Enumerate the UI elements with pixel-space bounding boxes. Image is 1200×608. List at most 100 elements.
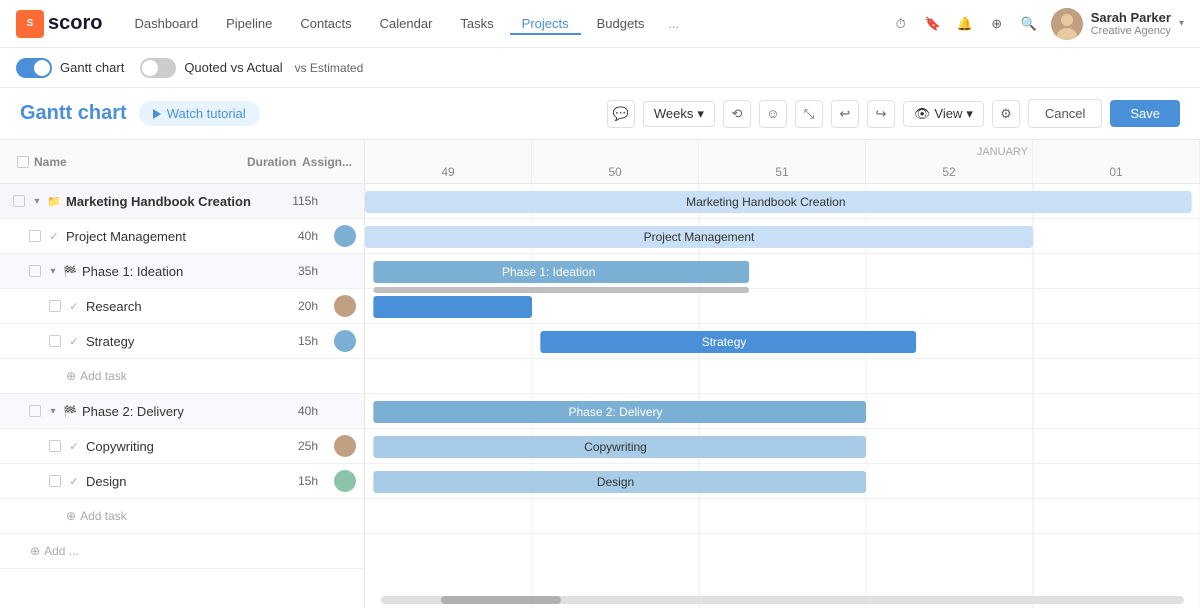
task-assign <box>326 295 356 317</box>
quoted-vs-actual-toggle[interactable] <box>140 58 176 78</box>
gantt-chart-toggle[interactable] <box>16 58 52 78</box>
nav-more[interactable]: ... <box>660 12 687 35</box>
nav-budgets[interactable]: Budgets <box>585 12 657 35</box>
row-checkbox[interactable] <box>49 475 61 487</box>
user-company: Creative Agency <box>1091 25 1171 37</box>
gantt-row <box>365 324 1200 359</box>
gantt-chart-area: 49 50 51 JANUARY 52 01 <box>365 140 1200 608</box>
week-number: 01 <box>1109 165 1122 179</box>
scrollbar-track[interactable] <box>365 596 1200 604</box>
check-icon: ✓ <box>66 438 82 454</box>
gantt-timeline: 49 50 51 JANUARY 52 01 <box>365 140 1200 184</box>
nav-projects[interactable]: Projects <box>510 12 581 35</box>
redo-icon[interactable]: ↪ <box>867 100 895 128</box>
nav-icons: ⏱ 🔖 🔔 ⊕ 🔍 <box>891 14 1039 34</box>
plus-icon: ⊕ <box>30 544 40 558</box>
gantt-row <box>365 534 1200 569</box>
check-icon: ✓ <box>66 473 82 489</box>
folder-icon: 📁 <box>46 193 62 209</box>
task-row[interactable]: ▾ 🏁 Phase 1: Ideation 35h <box>0 254 364 289</box>
task-assign <box>326 470 356 492</box>
task-row[interactable]: ✓ Strategy 15h <box>0 324 364 359</box>
nav-dashboard[interactable]: Dashboard <box>122 12 210 35</box>
row-checkbox[interactable] <box>49 335 61 347</box>
gantt-row <box>365 394 1200 429</box>
gantt-body: Name Duration Assign... ▾ 📁 Marketing Ha… <box>0 140 1200 608</box>
expand-icon[interactable]: ▾ <box>46 404 60 418</box>
add-task-row[interactable]: ⊕ Add task <box>0 499 364 534</box>
quoted-vs-actual-group: Quoted vs Actual vs Estimated <box>140 58 363 78</box>
gantt-row <box>365 289 1200 324</box>
plus-icon[interactable]: ⊕ <box>987 14 1007 34</box>
weeks-selector[interactable]: Weeks ▾ <box>643 101 715 127</box>
gantt-chart-label: Gantt chart <box>60 60 124 75</box>
bookmark-icon[interactable]: 🔖 <box>923 14 943 34</box>
view-chevron-icon: ▾ <box>966 106 973 122</box>
settings-icon[interactable]: ⚙ <box>992 100 1020 128</box>
task-assign <box>326 435 356 457</box>
logo[interactable]: S scoro <box>16 10 102 38</box>
task-duration: 35h <box>271 264 326 278</box>
row-checkbox[interactable] <box>49 440 61 452</box>
expand-icon[interactable]: ⤡ <box>795 100 823 128</box>
week-col-51: 51 <box>699 140 866 183</box>
smiley-icon[interactable]: ☺ <box>759 100 787 128</box>
gantt-header: Gantt chart Watch tutorial 💬 Weeks ▾ ⟲ ☺… <box>0 88 1200 140</box>
row-checkbox[interactable] <box>49 300 61 312</box>
row-checkbox[interactable] <box>29 265 41 277</box>
row-checkbox[interactable] <box>29 405 41 417</box>
header-checkbox[interactable] <box>17 156 29 168</box>
add-task-button[interactable]: ⊕ Add task <box>66 509 127 523</box>
task-name: Strategy <box>86 334 271 349</box>
save-button[interactable]: Save <box>1110 100 1180 127</box>
check-icon: ✓ <box>66 333 82 349</box>
task-row[interactable]: ✓ Copywriting 25h <box>0 429 364 464</box>
nav-calendar[interactable]: Calendar <box>368 12 445 35</box>
add-task-button[interactable]: ⊕ Add task <box>66 369 127 383</box>
task-row[interactable]: ▾ 🏁 Phase 2: Delivery 40h <box>0 394 364 429</box>
expand-icon[interactable]: ▾ <box>46 264 60 278</box>
week-col-52: JANUARY 52 <box>866 140 1033 183</box>
expand-icon[interactable]: ▾ <box>30 194 44 208</box>
search-icon[interactable]: 🔍 <box>1019 14 1039 34</box>
task-row[interactable]: ✓ Project Management 40h <box>0 219 364 254</box>
vs-estimated-label: vs Estimated <box>295 61 364 75</box>
undo-icon[interactable]: ↩ <box>831 100 859 128</box>
timer-icon[interactable]: ⏱ <box>891 14 911 34</box>
watch-tutorial-button[interactable]: Watch tutorial <box>139 101 260 126</box>
task-row[interactable]: ✓ Research 20h <box>0 289 364 324</box>
comment-icon[interactable]: 💬 <box>607 100 635 128</box>
task-duration: 25h <box>271 439 326 453</box>
gantt-rows: Marketing Handbook Creation Project Mana… <box>365 184 1200 608</box>
assignee-avatar <box>334 470 356 492</box>
row-checkbox[interactable] <box>13 195 25 207</box>
nav-tasks[interactable]: Tasks <box>448 12 505 35</box>
task-rows: ▾ 📁 Marketing Handbook Creation 115h ✓ P… <box>0 184 364 608</box>
task-duration: 20h <box>271 299 326 313</box>
bell-icon[interactable]: 🔔 <box>955 14 975 34</box>
view-button[interactable]: 👁 View ▾ <box>903 101 984 127</box>
scrollbar-thumb[interactable] <box>441 596 561 604</box>
add-group-button[interactable]: ⊕ Add ... <box>30 544 79 558</box>
gantt-row <box>365 499 1200 534</box>
add-group-label: Add ... <box>44 544 79 558</box>
watch-tutorial-label: Watch tutorial <box>167 106 246 121</box>
undo-time-icon[interactable]: ⟲ <box>723 100 751 128</box>
task-duration: 15h <box>271 474 326 488</box>
play-icon <box>153 109 161 119</box>
nav-pipeline[interactable]: Pipeline <box>214 12 284 35</box>
column-duration-header: Duration <box>247 155 302 169</box>
gantt-row <box>365 254 1200 289</box>
row-checkbox[interactable] <box>29 230 41 242</box>
add-task-row[interactable]: ⊕ Add task <box>0 359 364 394</box>
task-name: Project Management <box>66 229 271 244</box>
gantt-row <box>365 359 1200 394</box>
assignee-avatar <box>334 225 356 247</box>
nav-contacts[interactable]: Contacts <box>288 12 363 35</box>
add-group-row[interactable]: ⊕ Add ... <box>0 534 364 569</box>
task-row[interactable]: ▾ 📁 Marketing Handbook Creation 115h <box>0 184 364 219</box>
assignee-avatar <box>334 295 356 317</box>
task-row[interactable]: ✓ Design 15h <box>0 464 364 499</box>
cancel-button[interactable]: Cancel <box>1028 99 1102 128</box>
user-area[interactable]: Sarah Parker Creative Agency ▾ <box>1051 8 1184 40</box>
